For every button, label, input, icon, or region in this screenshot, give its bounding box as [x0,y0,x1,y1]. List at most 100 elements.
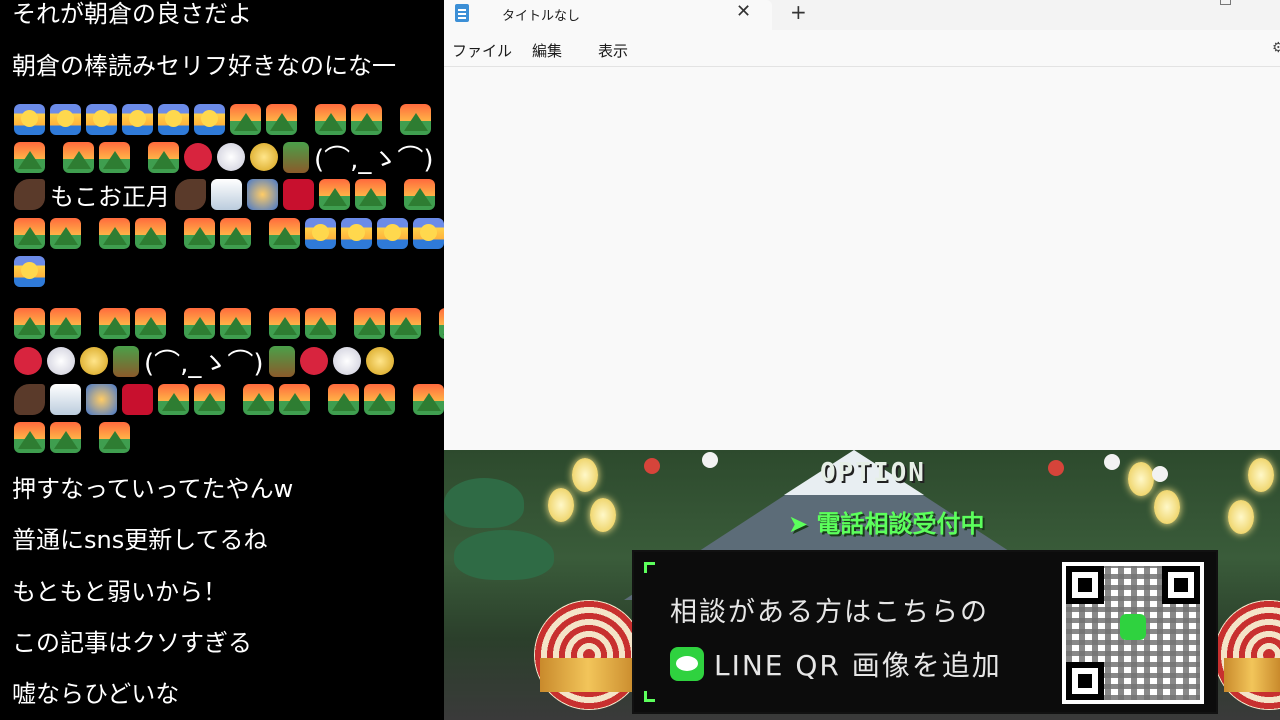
red-envelope-icon [122,383,153,415]
emoji-row [14,421,130,453]
horse-icon [175,178,206,210]
sunrise-icon [14,255,45,287]
mountain-sunrise-icon [99,141,130,173]
kaomoji: (⌒,_ゝ⌒) [314,144,434,175]
fan-graphic [1214,600,1280,710]
plum-flower-graphic [1104,454,1120,470]
ad-text-line: 相談がある方はこちらの [670,597,989,628]
emoji-row: もこお正月 [14,178,435,211]
white-circle-icon [47,347,75,375]
mountain-sunrise-icon [230,103,261,135]
plum-flower-graphic [1152,466,1168,482]
menu-edit[interactable]: 編集 [532,40,562,61]
mountain-sunrise-icon [355,178,386,210]
people-icon [86,383,117,415]
lantern-graphic [1128,462,1154,496]
chat-message: それが朝倉の良さだよ [12,0,252,28]
lantern-graphic [1228,500,1254,534]
mountain-sunrise-icon [50,307,81,339]
people-icon [247,178,278,210]
pine-graphic [454,530,554,580]
red-circle-icon [299,347,328,375]
mountain-sunrise-icon [158,383,189,415]
tab-bar: タイトルなし ✕ + [444,0,1280,30]
gear-icon[interactable]: ⚙ [1272,40,1280,56]
mountain-sunrise-icon [184,307,215,339]
emoji-row [14,103,431,135]
yellow-circle-icon [80,347,108,375]
emoji-row [14,307,444,339]
lantern-graphic [572,458,598,492]
sunrise-icon [122,103,153,135]
mountain-sunrise-icon [390,307,421,339]
mountain-sunrise-icon [266,103,297,135]
chat-message: 普通にsns更新してるね [12,526,268,554]
mountain-sunrise-icon [99,217,130,249]
menu-file[interactable]: ファイル [452,40,512,61]
sake-icon [50,383,81,415]
chat-message: もともと弱いから！ [12,578,228,606]
fan-graphic [534,600,644,710]
mountain-sunrise-icon [351,103,382,135]
comment-overlay: それが朝倉の良さだよ 朝倉の棒読みセリフ好きなのにな一 (⌒,_ゝ⌒) もこお正… [0,0,444,720]
mountain-sunrise-icon [279,383,310,415]
text-editor[interactable] [444,68,1280,450]
mountain-sunrise-icon [364,383,395,415]
line-app-icon [670,647,704,681]
ad-video: OPTION ➤ 電話相談受付中 相談がある方はこちらの LINE QR 画像を… [444,450,1280,720]
ad-panel: 相談がある方はこちらの LINE QR 画像を追加 [632,550,1218,714]
notepad-icon [455,4,469,22]
ad-heading: OPTION [820,458,926,488]
chat-message: もこお正月 [50,182,170,211]
mountain-sunrise-icon [14,307,45,339]
mountain-sunrise-icon [50,421,81,453]
mountain-sunrise-icon [194,383,225,415]
mountain-sunrise-icon [50,217,81,249]
mountain-sunrise-icon [404,178,435,210]
mountain-sunrise-icon [14,217,45,249]
maximize-icon[interactable] [1220,0,1231,5]
emoji-row [14,383,444,415]
tab-untitled[interactable]: タイトルなし ✕ [444,0,772,30]
kadomatsu-icon [283,141,309,173]
lantern-graphic [1154,490,1180,524]
mountain-sunrise-icon [400,103,431,135]
new-tab-button[interactable]: + [790,0,807,24]
notepad-window: タイトルなし ✕ + ファイル 編集 表示 ⚙ [444,0,1280,450]
line-app-icon [1120,614,1146,640]
red-envelope-icon [283,178,314,210]
chat-message: この記事はクソすぎる [12,629,252,657]
sunrise-icon [341,217,372,249]
plum-flower-graphic [1048,460,1064,476]
chat-message: 朝倉の棒読みセリフ好きなのにな一 [12,52,396,80]
lantern-graphic [590,498,616,532]
stand-graphic [540,658,636,692]
close-tab-button[interactable]: ✕ [736,1,751,22]
sunrise-icon [377,217,408,249]
tab-title: タイトルなし [502,9,581,24]
plum-flower-graphic [702,452,718,468]
kaomoji: (⌒,_ゝ⌒) [144,348,264,379]
horse-icon [14,178,45,210]
mountain-sunrise-icon [220,307,251,339]
mountain-sunrise-icon [148,141,179,173]
corner-mark [644,562,655,573]
mountain-sunrise-icon [413,383,444,415]
sunrise-icon [50,103,81,135]
pine-graphic [444,478,524,528]
mountain-sunrise-icon [319,178,350,210]
menu-view[interactable]: 表示 [598,40,628,61]
mountain-sunrise-icon [305,307,336,339]
sunrise-icon [305,217,336,249]
mountain-sunrise-icon [243,383,274,415]
sunrise-icon [194,103,225,135]
mountain-sunrise-icon [135,217,166,249]
white-circle-icon [217,143,245,171]
mountain-sunrise-icon [315,103,346,135]
mountain-sunrise-icon [63,141,94,173]
ad-subheading: ➤ 電話相談受付中 [788,510,985,538]
mountain-sunrise-icon [354,307,385,339]
mountain-sunrise-icon [14,141,45,173]
sunrise-icon [86,103,117,135]
mountain-sunrise-icon [220,217,251,249]
